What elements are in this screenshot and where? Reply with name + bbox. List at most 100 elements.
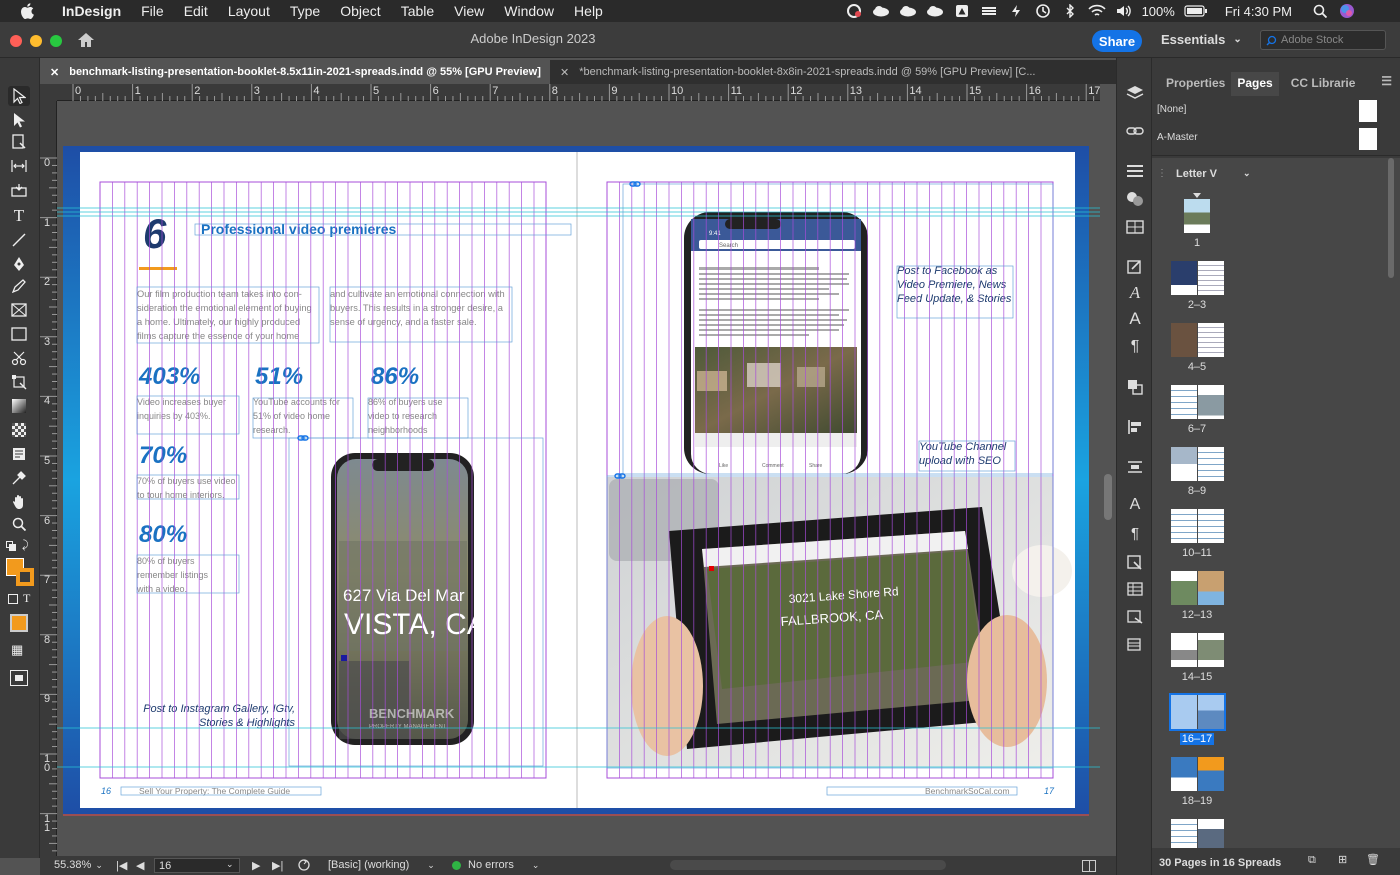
links-icon[interactable] [1126,122,1144,140]
open-document-icon[interactable] [298,859,310,871]
tab-document-letter[interactable]: ✕ benchmark-listing-presentation-booklet… [40,60,550,84]
stat-text[interactable]: 70% of buyers use video to tour home int… [137,474,241,502]
menu-view[interactable]: View [444,3,494,19]
page-thumb-10-11[interactable]: 10–11 [1152,509,1242,559]
menu-layout[interactable]: Layout [218,3,280,19]
note-tool-icon[interactable] [8,444,30,464]
tab-properties[interactable]: Properties [1160,72,1231,96]
split-window-icon[interactable] [1082,860,1096,872]
paragraph-styles-list-icon[interactable]: ¶ [1126,524,1144,542]
character-icon[interactable]: A [1126,309,1144,328]
apple-icon[interactable] [18,3,36,19]
cloud-icon[interactable] [926,4,944,18]
scroll-thumb[interactable] [1104,474,1112,520]
stat-value[interactable]: 80% [139,521,187,548]
next-page-icon[interactable]: ▶ [252,859,260,872]
preflight-status[interactable]: No errors ⌄ [452,859,539,871]
character-styles-icon[interactable]: A [1126,283,1144,302]
free-transform-tool-icon[interactable] [8,372,30,392]
cell-styles-icon[interactable] [1126,636,1144,654]
app-menu[interactable]: InDesign [52,3,131,19]
stat-text[interactable]: Video increases buyer inquiries by 403%. [137,395,241,423]
menubar-clock[interactable]: Fri 4:30 PM [1225,4,1292,19]
page-thumb-12-13[interactable]: 12–13 [1152,571,1242,621]
gradient-swatch-tool-icon[interactable] [8,396,30,416]
formatting-text-icon[interactable]: T [23,591,30,606]
zoom-tool-icon[interactable] [8,514,30,534]
content-collector-icon[interactable] [8,180,30,200]
instagram-caption[interactable]: Post to Instagram Gallery, IGtv, Stories… [137,702,295,730]
menu-window[interactable]: Window [494,3,564,19]
battery-icon[interactable] [1184,4,1208,18]
horizontal-ruler[interactable]: 0 1 2 3 4 5 6 7 8 9 10 11 12 13 14 15 16 17 [57,84,1100,101]
pencil-tool-icon[interactable] [8,276,30,296]
workspace-switcher[interactable]: Essentials ⌄ [1161,32,1242,47]
creative-cloud-icon[interactable] [845,4,863,18]
horizontal-scrollbar[interactable] [670,860,946,870]
phone-mockup-facebook[interactable]: 9:41 Search Like Comment Share [684,212,868,474]
preview-mode-icon[interactable]: ▦ [11,642,23,658]
page-thumb-2-3[interactable]: 2–3 [1152,261,1242,311]
menu-type[interactable]: Type [280,3,330,19]
volume-icon[interactable] [1115,4,1133,18]
stat-value[interactable]: 403% [138,363,200,390]
scrollbar[interactable] [1388,158,1394,278]
master-none-thumb[interactable] [1359,100,1377,122]
cc-libraries-icon[interactable] [1126,258,1144,276]
page-thumb-4-5[interactable]: 4–5 [1152,323,1242,373]
paragraph-icon[interactable]: ¶ [1126,338,1144,356]
page-thumb-8-9[interactable]: 8–9 [1152,447,1242,497]
vertical-ruler[interactable]: 0 1 2 3 4 5 6 7 8 9 1 0 1 1 [40,101,57,856]
object-styles-icon[interactable] [1126,554,1144,572]
swatches-icon[interactable] [1126,190,1144,208]
stroke-icon[interactable] [1126,162,1144,180]
gradient-feather-tool-icon[interactable] [8,420,30,440]
section-number[interactable]: 6 [143,210,167,257]
stat-text[interactable]: 80% of buyers remember listings with a v… [137,554,217,596]
rectangle-frame-tool-icon[interactable] [8,300,30,320]
stat-text[interactable]: 86% of buyers use video to research neig… [368,395,458,437]
rectangle-tool-icon[interactable] [8,324,30,344]
page-dropdown-chevron-icon[interactable]: ⌄ [226,859,234,870]
screen-mode-icon[interactable] [10,670,28,686]
panel-menu-icon[interactable]: ☰ [1377,72,1396,96]
tablet-photo[interactable]: 3021 Lake Shore Rd FALLBROOK, CA [607,477,1072,767]
folio-left[interactable]: 16 [101,786,111,796]
bolt-icon[interactable] [1007,4,1025,18]
stat-value[interactable]: 70% [139,442,187,469]
siri-icon[interactable] [1338,4,1356,18]
eyedropper-tool-icon[interactable] [8,468,30,488]
tab-cc-libraries[interactable]: CC Librarie [1285,72,1362,96]
menu-help[interactable]: Help [564,3,613,19]
scissors-tool-icon[interactable] [8,348,30,368]
stat-value[interactable]: 86% [371,363,419,390]
master-none[interactable]: [None] [1157,104,1186,115]
share-button[interactable]: Share [1092,30,1142,52]
page-size-icon[interactable]: ⧉ [1308,854,1316,867]
tab-pages[interactable]: Pages [1231,72,1279,96]
fill-stroke-swatch[interactable] [6,558,34,586]
cloud-icon[interactable] [872,4,890,18]
formatting-container-icon[interactable] [8,594,18,604]
phone-mockup-instagram[interactable]: 627 Via Del Mar VISTA, CA BENCHMARK PROP… [331,453,487,745]
document-canvas[interactable]: 6 Professional video premieres Our film … [57,101,1100,856]
zoom-level-field[interactable]: 55.38% ⌄ [54,859,103,871]
direct-selection-tool-icon[interactable] [8,110,30,130]
cloud-icon[interactable] [899,4,917,18]
time-machine-icon[interactable] [1034,4,1052,18]
table-icon[interactable] [1126,580,1144,598]
page-thumb-16-17-selected[interactable]: 16–17 [1152,693,1242,745]
default-colors-icon[interactable] [6,541,16,551]
footer-right[interactable]: BenchmarkSoCal.com [925,786,1010,796]
line-tool-icon[interactable] [8,230,30,250]
new-page-icon[interactable]: ⊞ [1338,853,1347,866]
swap-colors-icon[interactable]: ⤸ [22,539,29,552]
last-page-icon[interactable]: ▶| [272,859,283,872]
selection-tool-icon[interactable] [8,86,30,106]
page-thumb-18-19[interactable]: 18–19 [1152,757,1242,807]
pen-tool-icon[interactable] [8,254,30,274]
hand-tool-icon[interactable] [8,492,30,512]
menu-table[interactable]: Table [391,3,444,19]
page-thumb-20-21[interactable] [1152,819,1242,848]
table-styles-icon[interactable] [1126,608,1144,626]
